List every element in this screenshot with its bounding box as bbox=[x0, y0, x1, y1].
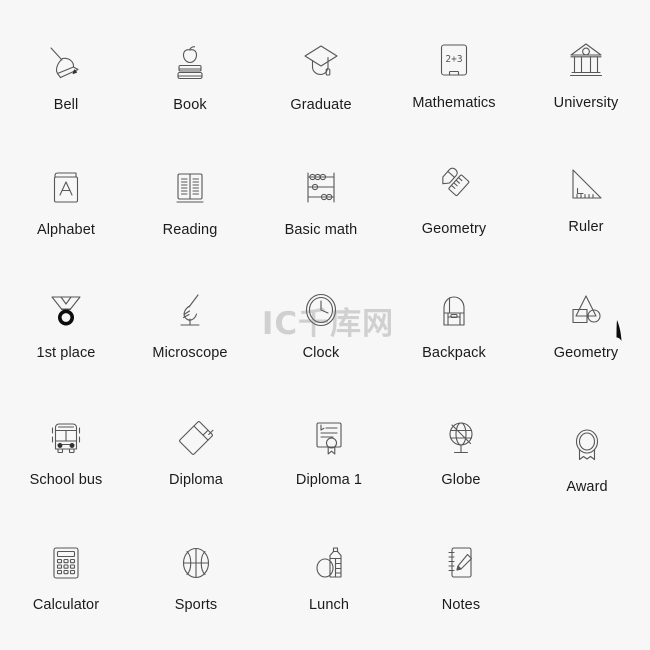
clock-icon[interactable] bbox=[293, 284, 349, 340]
icon-cell-first-place[interactable]: 1st place bbox=[0, 284, 132, 362]
icon-cell-sports[interactable]: Sports bbox=[130, 536, 262, 614]
open-book-icon[interactable] bbox=[162, 161, 218, 217]
icon-cell-mathematics[interactable]: 2+3 Mathematics bbox=[388, 34, 520, 112]
icon-cell-graduate[interactable]: Graduate bbox=[255, 36, 387, 114]
icon-label: School bus bbox=[29, 472, 103, 488]
alphabet-book-icon[interactable] bbox=[38, 161, 94, 217]
icon-label: Notes bbox=[441, 597, 481, 613]
geometric-shapes-icon[interactable] bbox=[558, 284, 614, 340]
icon-label: Sports bbox=[174, 597, 218, 613]
icon-label: Alphabet bbox=[36, 222, 96, 238]
icon-cell-geometry-1[interactable]: Geometry bbox=[388, 160, 520, 238]
university-building-icon[interactable] bbox=[558, 34, 614, 90]
icon-cell-school-bus[interactable]: School bus bbox=[0, 411, 132, 489]
icon-cell-calculator[interactable]: Calculator bbox=[0, 536, 132, 614]
icon-cell-diploma[interactable]: Diploma bbox=[130, 411, 262, 489]
icon-label: Mathematics bbox=[412, 95, 496, 111]
icon-label: Diploma bbox=[169, 472, 223, 488]
icon-cell-globe[interactable]: Globe bbox=[395, 411, 527, 489]
icon-label: Diploma 1 bbox=[295, 472, 363, 488]
icon-label: Geometry bbox=[421, 221, 487, 237]
icon-label: Calculator bbox=[32, 597, 100, 613]
icon-cell-geometry-2[interactable]: Geometry bbox=[520, 284, 650, 362]
icon-cell-bell[interactable]: Bell bbox=[0, 36, 132, 114]
icon-label: Lunch bbox=[308, 597, 349, 613]
svg-text:2+3: 2+3 bbox=[445, 54, 462, 65]
set-square-icon[interactable] bbox=[558, 158, 614, 214]
icon-label: Clock bbox=[302, 345, 340, 361]
icon-label: Graduate bbox=[290, 97, 352, 113]
icon-label: Globe bbox=[441, 472, 481, 488]
lunch-milk-icon[interactable] bbox=[301, 536, 357, 592]
icon-cell-book[interactable]: Book bbox=[124, 36, 256, 114]
icon-label: Geometry bbox=[553, 345, 619, 361]
icon-cell-lunch[interactable]: Lunch bbox=[263, 536, 395, 614]
diploma-scroll-icon[interactable] bbox=[168, 411, 224, 467]
abacus-icon[interactable] bbox=[293, 161, 349, 217]
icon-label: Reading bbox=[162, 222, 218, 238]
icon-cell-notes[interactable]: Notes bbox=[395, 536, 527, 614]
math-tablet-icon[interactable]: 2+3 bbox=[426, 34, 482, 90]
icon-cell-microscope[interactable]: Microscope bbox=[124, 284, 256, 362]
certificate-icon[interactable] bbox=[301, 411, 357, 467]
icon-cell-diploma-1[interactable]: Diploma 1 bbox=[263, 411, 395, 489]
icon-label: Microscope bbox=[152, 345, 228, 361]
icon-cell-basic-math[interactable]: Basic math bbox=[255, 161, 387, 239]
icon-label: 1st place bbox=[36, 345, 96, 361]
award-ribbon-icon[interactable] bbox=[559, 418, 615, 474]
icon-label: Ruler bbox=[568, 219, 604, 235]
bell-icon[interactable] bbox=[38, 36, 94, 92]
icon-cell-award[interactable]: Award bbox=[521, 418, 650, 496]
icon-label: Book bbox=[173, 97, 207, 113]
book-apple-icon[interactable] bbox=[162, 36, 218, 92]
graduation-cap-icon[interactable] bbox=[293, 36, 349, 92]
icon-label: University bbox=[553, 95, 619, 111]
globe-stand-icon[interactable] bbox=[433, 411, 489, 467]
icon-cell-clock[interactable]: Clock bbox=[255, 284, 387, 362]
medal-icon[interactable] bbox=[38, 284, 94, 340]
calculator-icon[interactable] bbox=[38, 536, 94, 592]
icon-label: Bell bbox=[53, 97, 79, 113]
school-bus-icon[interactable] bbox=[38, 411, 94, 467]
notepad-pencil-icon[interactable] bbox=[433, 536, 489, 592]
icon-label: Backpack bbox=[422, 345, 486, 361]
backpack-icon[interactable] bbox=[426, 284, 482, 340]
icon-cell-ruler[interactable]: Ruler bbox=[520, 158, 650, 236]
icon-cell-university[interactable]: University bbox=[520, 34, 650, 112]
icon-cell-alphabet[interactable]: Alphabet bbox=[0, 161, 132, 239]
icon-cell-reading[interactable]: Reading bbox=[124, 161, 256, 239]
pencil-ruler-icon[interactable] bbox=[426, 160, 482, 216]
microscope-icon[interactable] bbox=[162, 284, 218, 340]
icon-label: Award bbox=[566, 479, 608, 495]
basketball-icon[interactable] bbox=[168, 536, 224, 592]
icon-cell-backpack[interactable]: Backpack bbox=[388, 284, 520, 362]
icon-label: Basic math bbox=[284, 222, 358, 238]
icon-grid-board: Bell Book Graduate 2+3 Mathematics Unive… bbox=[0, 0, 650, 650]
